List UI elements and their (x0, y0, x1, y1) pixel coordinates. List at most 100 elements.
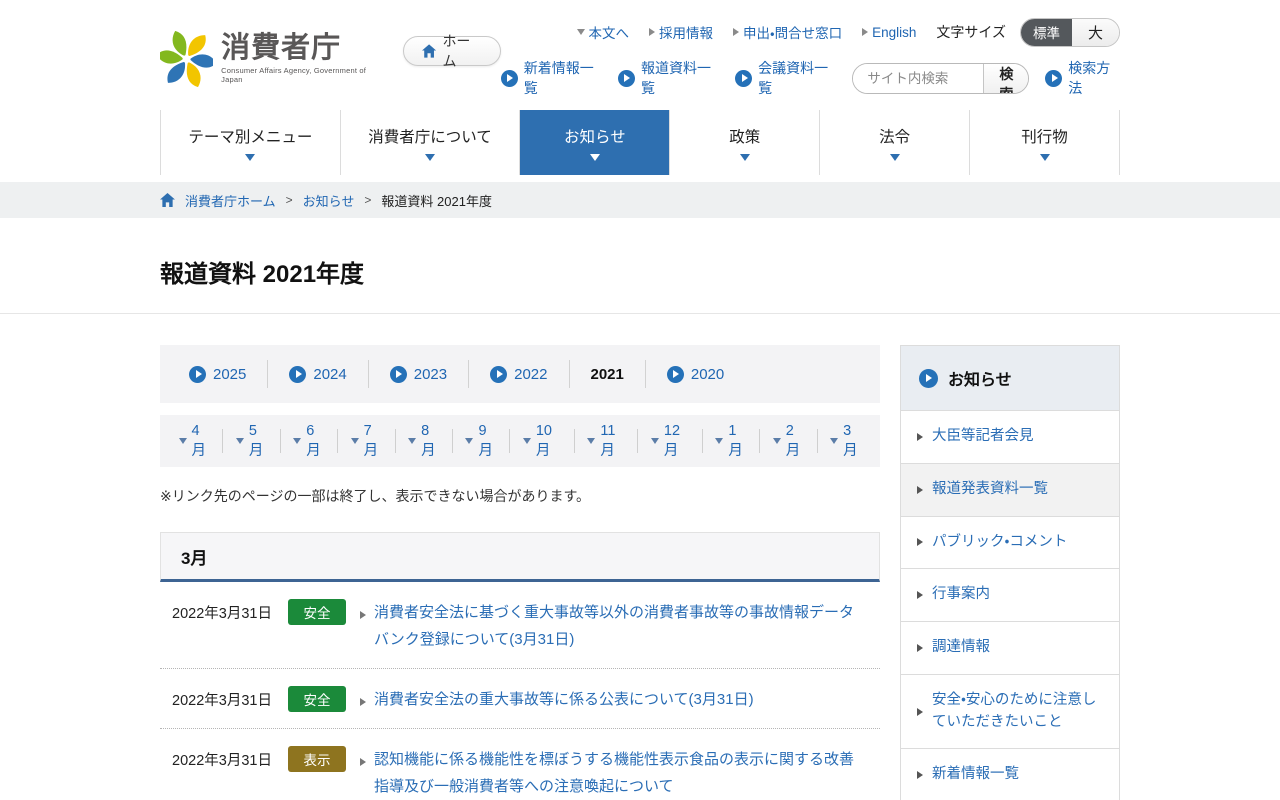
year-tabs: 2025 2024 2023 2022 2021 2020 (160, 345, 880, 403)
chevron-down-icon (235, 438, 244, 444)
month-link-2[interactable]: 2月 (760, 423, 818, 459)
chevron-right-icon (733, 28, 740, 36)
sidebar-title: お知らせ (948, 372, 1012, 389)
month-link-4[interactable]: 4月 (166, 423, 224, 459)
breadcrumb-news-link[interactable]: お知らせ (303, 191, 355, 210)
home-button[interactable]: ホーム (403, 33, 501, 69)
month-link-8[interactable]: 8月 (396, 423, 453, 459)
search-button[interactable]: 検索 (983, 63, 1029, 93)
chevron-down-icon (425, 153, 436, 161)
inquiry-link[interactable]: 申出・問合せ窓口 (733, 22, 842, 42)
chevron-down-icon (293, 438, 302, 444)
item-date: 2022年3月31日 (172, 606, 272, 622)
year-label: 2020 (690, 365, 725, 383)
circle-arrow-icon (666, 365, 684, 383)
chevron-down-icon (772, 438, 781, 444)
month-label: 9月 (478, 422, 493, 459)
year-tab-2022[interactable]: 2022 (469, 360, 570, 388)
item-date: 2022年3月31日 (172, 753, 272, 769)
month-link-11[interactable]: 11月 (575, 423, 639, 459)
sidebar-item-procurement[interactable]: 調達情報 (901, 621, 1119, 674)
font-size-large-button[interactable]: 大 (1071, 18, 1119, 46)
month-links: 4月 5月 6月 7月 8月 9月 10月 11月 12月 1月 2月 3月 (160, 415, 880, 467)
search-input[interactable] (853, 63, 984, 93)
font-size-standard-button[interactable]: 標準 (1020, 18, 1072, 46)
year-tab-2023[interactable]: 2023 (369, 360, 470, 388)
meeting-materials-list-link[interactable]: 会議資料一覧 (735, 58, 836, 98)
month-link-9[interactable]: 9月 (453, 423, 511, 459)
month-link-7[interactable]: 7月 (338, 423, 396, 459)
new-info-list-link[interactable]: 新着情報一覧 (500, 58, 602, 98)
item-title-link[interactable]: 認知機能に係る機能性を標ぼうする機能性表示食品の表示に関する改善指導及び一般消費… (374, 746, 860, 800)
month-label: 12月 (663, 422, 681, 459)
month-link-6[interactable]: 6月 (281, 423, 339, 459)
month-label: 4月 (191, 422, 207, 459)
sidebar-item-label: パブリック・コメント (932, 533, 1068, 550)
search-method-link[interactable]: 検索方法 (1045, 58, 1120, 98)
sidebar-item-label: 調達情報 (932, 639, 990, 655)
breadcrumb-current: 報道資料 2021年度 (381, 193, 492, 209)
breadcrumb-strip: 消費者庁ホーム > お知らせ > 報道資料 2021年度 (0, 182, 1280, 218)
nav-tab-label: 法令 (879, 128, 911, 146)
sidebar-item-safety-caution[interactable]: 安全・安心のために注意していただきたいこと (901, 673, 1119, 749)
home-icon (160, 193, 175, 207)
category-badge: 安全 (288, 599, 346, 625)
skip-to-content-link[interactable]: 本文へ (576, 22, 629, 42)
chevron-right-icon (917, 485, 923, 494)
month-link-3[interactable]: 3月 (818, 423, 874, 459)
month-link-12[interactable]: 12月 (638, 423, 703, 459)
sidebar-item-public-comment[interactable]: パブリック・コメント (901, 515, 1119, 569)
chevron-right-icon (862, 28, 869, 36)
circle-arrow-icon (617, 69, 635, 87)
month-section-header: 3月 (160, 532, 880, 582)
nav-tab-publications[interactable]: 刊行物 (969, 110, 1120, 175)
item-date: 2022年3月31日 (172, 693, 272, 709)
english-link[interactable]: English (862, 25, 916, 40)
nav-tab-laws[interactable]: 法令 (819, 110, 970, 175)
year-tab-2020[interactable]: 2020 (646, 360, 745, 388)
quick-links: 新着情報一覧 報道資料一覧 会議資料一覧 検索 検索方法 (500, 58, 1120, 98)
breadcrumb-separator: > (285, 193, 293, 207)
meeting-materials-list-label: 会議資料一覧 (758, 60, 829, 96)
sidebar-item-events[interactable]: 行事案内 (901, 568, 1119, 621)
chevron-down-icon (1039, 153, 1050, 161)
recruit-link[interactable]: 採用情報 (649, 22, 713, 42)
chevron-right-icon (917, 591, 923, 600)
breadcrumb-home-link[interactable]: 消費者庁ホーム (185, 191, 276, 210)
month-label: 10月 (535, 422, 552, 459)
year-tab-2024[interactable]: 2024 (268, 360, 369, 388)
category-badge: 安全 (288, 686, 346, 712)
agency-name-english: Consumer Affairs Agency, Government of J… (221, 66, 367, 85)
agency-name: 消費者庁 (221, 31, 342, 64)
month-label: 6月 (306, 422, 321, 459)
month-link-1[interactable]: 1月 (703, 423, 761, 459)
month-section-title: 3月 (181, 548, 208, 568)
item-title-link[interactable]: 消費者安全法に基づく重大事故等以外の消費者事故等の事故情報データバンク登録につい… (374, 599, 860, 653)
nav-tab-about-agency[interactable]: 消費者庁について (339, 110, 520, 175)
press-release-list: 2022年3月31日 安全 消費者安全法に基づく重大事故等以外の消費者事故等の事… (160, 582, 880, 800)
nav-tab-news[interactable]: お知らせ (519, 110, 670, 175)
sidebar-item-press-materials[interactable]: 報道発表資料一覧 (901, 462, 1119, 516)
pinwheel-logo-icon (160, 30, 214, 87)
nav-tab-policy[interactable]: 政策 (669, 110, 820, 175)
chevron-down-icon (465, 438, 474, 444)
press-materials-list-link[interactable]: 報道資料一覧 (617, 58, 719, 98)
font-size-label: 文字サイズ (936, 24, 1006, 40)
news-sidebar: お知らせ 大臣等記者会見 報道発表資料一覧 パブリック・コメント 行事案内 調達… (900, 345, 1120, 800)
year-label: 2024 (313, 365, 347, 383)
home-icon (422, 44, 437, 58)
year-tab-2025[interactable]: 2025 (168, 360, 269, 388)
category-badge: 表示 (288, 746, 346, 772)
sidebar-item-new-info[interactable]: 新着情報一覧 (901, 748, 1119, 800)
sidebar-header[interactable]: お知らせ (901, 346, 1119, 410)
month-link-10[interactable]: 10月 (510, 423, 575, 459)
month-label: 3月 (843, 422, 858, 459)
chevron-right-icon (917, 432, 923, 441)
month-label: 11月 (600, 422, 616, 459)
chevron-down-icon (830, 438, 839, 444)
item-title-link[interactable]: 消費者安全法の重大事故等に係る公表について(3月31日) (374, 686, 860, 713)
sidebar-item-press-conference[interactable]: 大臣等記者会見 (901, 410, 1119, 463)
month-link-5[interactable]: 5月 (223, 423, 281, 459)
nav-tab-theme-menu[interactable]: テーマ別メニュー (160, 110, 340, 175)
agency-logo[interactable]: 消費者庁 Consumer Affairs Agency, Government… (160, 0, 381, 103)
